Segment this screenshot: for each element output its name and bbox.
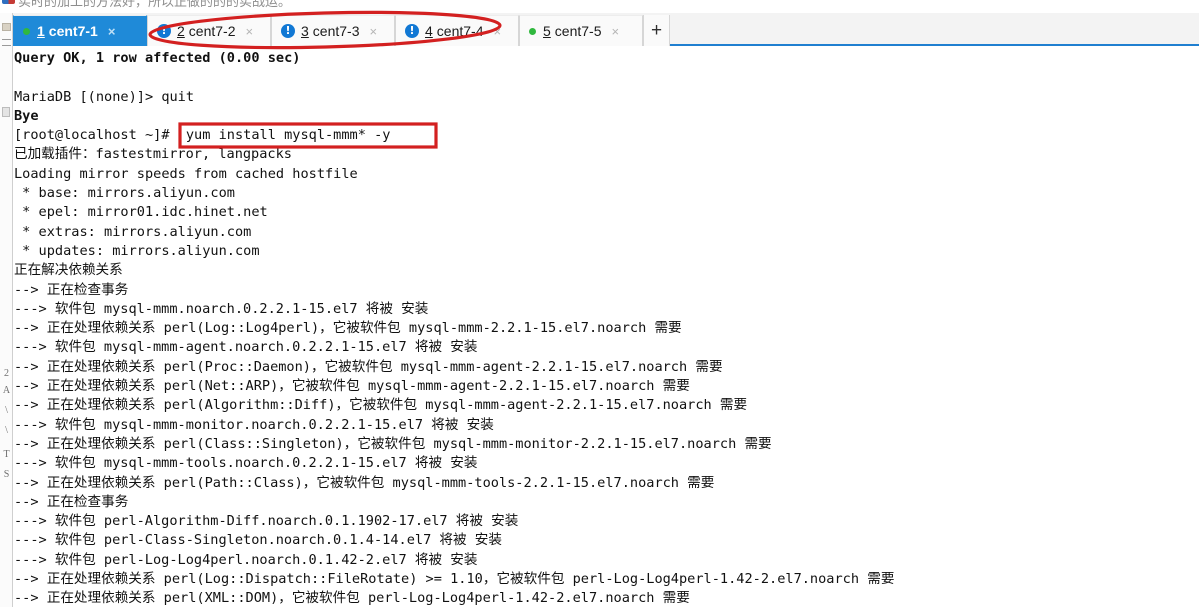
tab-index-label: 3	[301, 23, 309, 39]
terminal-line: --> 正在检查事务	[14, 493, 129, 510]
terminal-line: ---> 软件包 mysql-mmm-agent.noarch.0.2.2.1-…	[14, 339, 478, 356]
tab-close-icon[interactable]: ×	[370, 25, 378, 38]
app-logo-icon	[2, 0, 15, 4]
session-tab-cent7-1[interactable]: 1 cent7-1 ×	[13, 15, 147, 46]
session-tab-cent7-3[interactable]: ! 3 cent7-3 ×	[271, 15, 395, 46]
tab-title-label: cent7-4	[436, 23, 484, 39]
tab-alert-icon: !	[157, 24, 171, 38]
tab-title-label: cent7-3	[312, 23, 360, 39]
tab-close-icon[interactable]: ×	[494, 25, 502, 38]
tab-index-label: 2	[177, 23, 185, 39]
rail-glyph-7: S	[3, 469, 10, 480]
tab-connected-icon	[23, 27, 30, 35]
terminal-line: ---> 软件包 perl-Algorithm-Diff.noarch.0.1.…	[14, 513, 519, 530]
rail-glyph-4: \	[5, 405, 8, 416]
tab-close-icon[interactable]: ×	[612, 25, 620, 38]
terminal-line: * extras: mirrors.aliyun.com	[14, 223, 252, 240]
terminal-line: ---> 软件包 mysql-mmm.noarch.0.2.2.1-15.el7…	[14, 300, 429, 317]
rail-list-icon[interactable]	[2, 39, 11, 46]
terminal-line: ---> 软件包 mysql-mmm-monitor.noarch.0.2.2.…	[14, 416, 494, 433]
terminal-line: ---> 软件包 mysql-mmm-tools.noarch.0.2.2.1-…	[14, 455, 478, 472]
session-tab-bar[interactable]: 1 cent7-1 ×! 2 cent7-2 ×! 3 cent7-3 ×! 4 cent7-4 × 5…	[13, 13, 1199, 46]
terminal-line: ---> 软件包 perl-Class-Singleton.noarch.0.1…	[14, 532, 502, 549]
terminal-output[interactable]: Query OK, 1 row affected (0.00 sec) Maria…	[14, 48, 1199, 607]
truncated-top-banner: 实时的加工的方法好，所以正做的的的实战运。	[0, 0, 1199, 13]
terminal-line: * updates: mirrors.aliyun.com	[14, 242, 260, 259]
tab-close-icon[interactable]: ×	[246, 25, 254, 38]
terminal-line: --> 正在处理依赖关系 perl(XML::DOM)，它被软件包 perl-L…	[14, 590, 690, 607]
terminal-line: * epel: mirror01.idc.hinet.net	[14, 204, 268, 221]
terminal-line: Loading mirror speeds from cached hostfi…	[14, 165, 358, 182]
rail-glyph-2: 2	[4, 368, 9, 379]
top-banner-text: 实时的加工的方法好，所以正做的的的实战运。	[18, 0, 292, 10]
tab-alert-icon: !	[281, 24, 295, 38]
session-tab-cent7-4[interactable]: ! 4 cent7-4 ×	[395, 15, 519, 46]
terminal-line: 正在解决依赖关系	[14, 262, 123, 279]
terminal-app-window: 实时的加工的方法好，所以正做的的的实战运。 2 A \ \ T S 1 cent7…	[0, 0, 1199, 607]
rail-glyph-5: \	[5, 425, 8, 436]
terminal-line: --> 正在处理依赖关系 perl(Log::Log4perl)，它被软件包 m…	[14, 320, 682, 337]
terminal-line: Query OK, 1 row affected (0.00 sec)	[14, 50, 301, 66]
rail-glyph-3: A	[2, 385, 11, 396]
tab-close-icon[interactable]: ×	[108, 25, 116, 38]
terminal-line: --> 正在处理依赖关系 perl(Log::Dispatch::FileRot…	[14, 571, 895, 588]
terminal-line: 已加载插件：fastestmirror, langpacks	[14, 146, 292, 163]
terminal-line: --> 正在处理依赖关系 perl(Net::ARP)，它被软件包 mysql-…	[14, 378, 690, 395]
terminal-line: * base: mirrors.aliyun.com	[14, 185, 235, 202]
terminal-line: [root@localhost ~]# yum install mysql-mm…	[14, 127, 391, 144]
rail-thumbnail-icon[interactable]	[2, 23, 11, 31]
rail-panel-icon[interactable]	[2, 107, 10, 117]
tab-connected-icon	[529, 27, 536, 35]
session-tab-cent7-5[interactable]: 5 cent7-5 ×	[519, 15, 643, 46]
tab-title-label: cent7-2	[188, 23, 236, 39]
tab-title-label: cent7-1	[48, 23, 98, 39]
tab-title-label: cent7-5	[554, 23, 602, 39]
tab-index-label: 5	[543, 23, 551, 39]
tab-alert-icon: !	[405, 24, 419, 38]
terminal-line: --> 正在检查事务	[14, 281, 129, 298]
rail-glyph-6: T	[3, 449, 10, 460]
terminal-line: Bye	[14, 107, 39, 124]
new-tab-button[interactable]: +	[643, 15, 670, 46]
tab-index-label: 4	[425, 23, 433, 39]
terminal-line: ---> 软件包 perl-Log-Log4perl.noarch.0.1.42…	[14, 551, 478, 568]
terminal-line: --> 正在处理依赖关系 perl(Path::Class)，它被软件包 mys…	[14, 474, 715, 491]
tab-index-label: 1	[37, 23, 45, 39]
terminal-line: --> 正在处理依赖关系 perl(Proc::Daemon)，它被软件包 my…	[14, 358, 723, 375]
terminal-line: --> 正在处理依赖关系 perl(Algorithm::Diff)，它被软件包…	[14, 397, 748, 414]
terminal-line: MariaDB [(none)]> quit	[14, 88, 195, 105]
left-dock-rail[interactable]: 2 A \ \ T S	[0, 13, 13, 607]
terminal-line: --> 正在处理依赖关系 perl(Class::Singleton)，它被软件…	[14, 435, 772, 452]
session-tab-cent7-2[interactable]: ! 2 cent7-2 ×	[147, 15, 271, 46]
